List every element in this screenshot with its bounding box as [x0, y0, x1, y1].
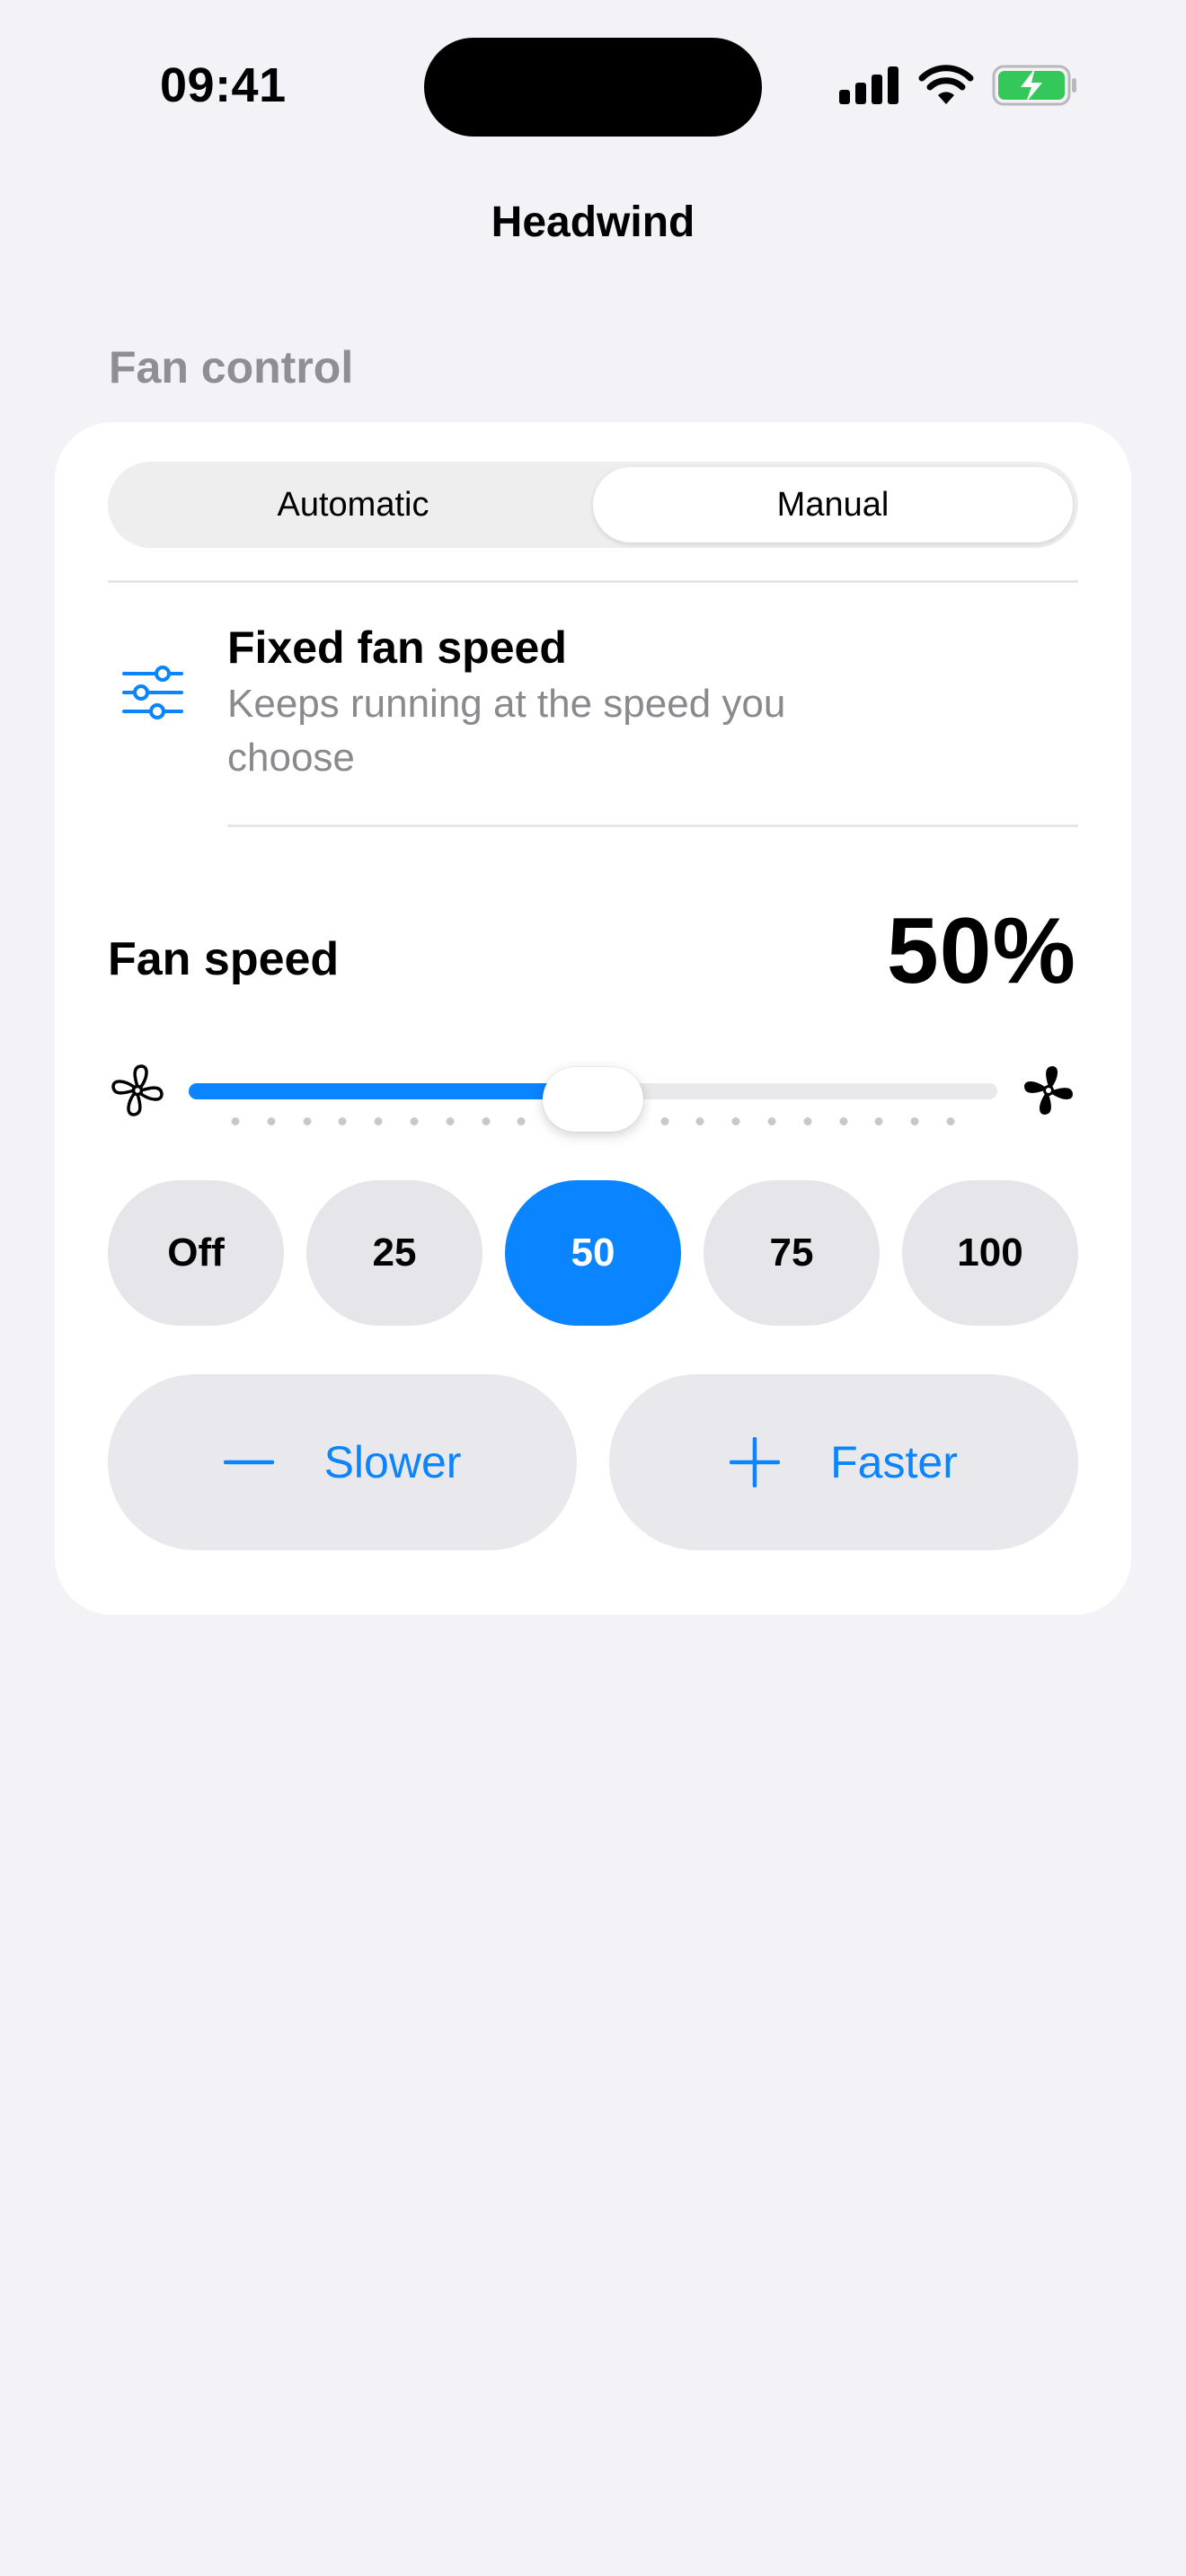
slider-tick — [231, 1117, 240, 1125]
section-header: Fan control — [109, 342, 354, 393]
slider-tick — [910, 1117, 919, 1125]
nav-title: Headwind — [491, 198, 695, 246]
fan-filled-icon — [1024, 1066, 1073, 1115]
cellular-signal-icon — [839, 66, 898, 104]
dynamic-island — [424, 38, 762, 137]
plus-icon — [730, 1437, 781, 1487]
slider-tick — [767, 1117, 776, 1125]
wifi-icon — [918, 65, 974, 104]
slider-tick — [874, 1117, 883, 1125]
slower-button[interactable]: Slower — [108, 1374, 577, 1550]
slider-tick — [446, 1117, 455, 1125]
fan-speed-slider[interactable] — [189, 1067, 997, 1132]
sliders-icon — [122, 666, 183, 719]
preset-100[interactable]: 100 — [902, 1180, 1078, 1326]
slider-tick — [267, 1117, 276, 1125]
faster-label: Faster — [830, 1437, 958, 1487]
slider-tick — [839, 1117, 848, 1125]
preset-50[interactable]: 50 — [505, 1180, 681, 1326]
slower-label: Slower — [323, 1437, 462, 1487]
slider-tick — [338, 1117, 347, 1125]
slider-tick — [374, 1117, 383, 1125]
divider — [227, 825, 1078, 827]
slider-tick — [517, 1117, 526, 1125]
preset-25[interactable]: 25 — [306, 1180, 482, 1326]
mode-segmented-control: Automatic Manual — [108, 462, 1078, 548]
slider-tick — [410, 1117, 419, 1125]
segment-automatic[interactable]: Automatic — [113, 467, 593, 543]
fan-speed-slider-row — [55, 1051, 1131, 1159]
mode-title: Fixed fan speed — [227, 622, 567, 673]
slider-tick — [303, 1117, 312, 1125]
slider-tick — [731, 1117, 740, 1125]
slider-fill — [189, 1083, 593, 1099]
mode-subtitle: Keeps running at the speed you choose — [227, 682, 786, 780]
preset-off[interactable]: Off — [108, 1180, 284, 1326]
slider-tick — [660, 1117, 669, 1125]
slider-tick — [482, 1117, 491, 1125]
slider-tick — [803, 1117, 812, 1125]
fan-control-card: Automatic Manual Fixed fan speed Keeps r… — [55, 422, 1131, 1615]
faster-button[interactable]: Faster — [609, 1374, 1078, 1550]
slider-tick — [695, 1117, 704, 1125]
segment-manual[interactable]: Manual — [593, 467, 1073, 543]
fan-speed-value: 50% — [886, 899, 1076, 1003]
slider-tick — [946, 1117, 955, 1125]
fan-speed-label: Fan speed — [108, 933, 340, 985]
slider-ticks — [189, 1117, 997, 1128]
speed-presets: Off 25 50 75 100 — [108, 1180, 1078, 1326]
speed-steppers: Slower Faster — [108, 1374, 1078, 1550]
status-bar: 09:41 — [0, 0, 1186, 171]
fan-outline-icon — [111, 1064, 164, 1116]
minus-icon — [223, 1460, 274, 1465]
preset-75[interactable]: 75 — [704, 1180, 880, 1326]
mode-description-row: Fixed fan speed Keeps running at the spe… — [55, 566, 1131, 807]
status-time: 09:41 — [160, 58, 287, 112]
battery-charging-icon — [992, 65, 1076, 106]
